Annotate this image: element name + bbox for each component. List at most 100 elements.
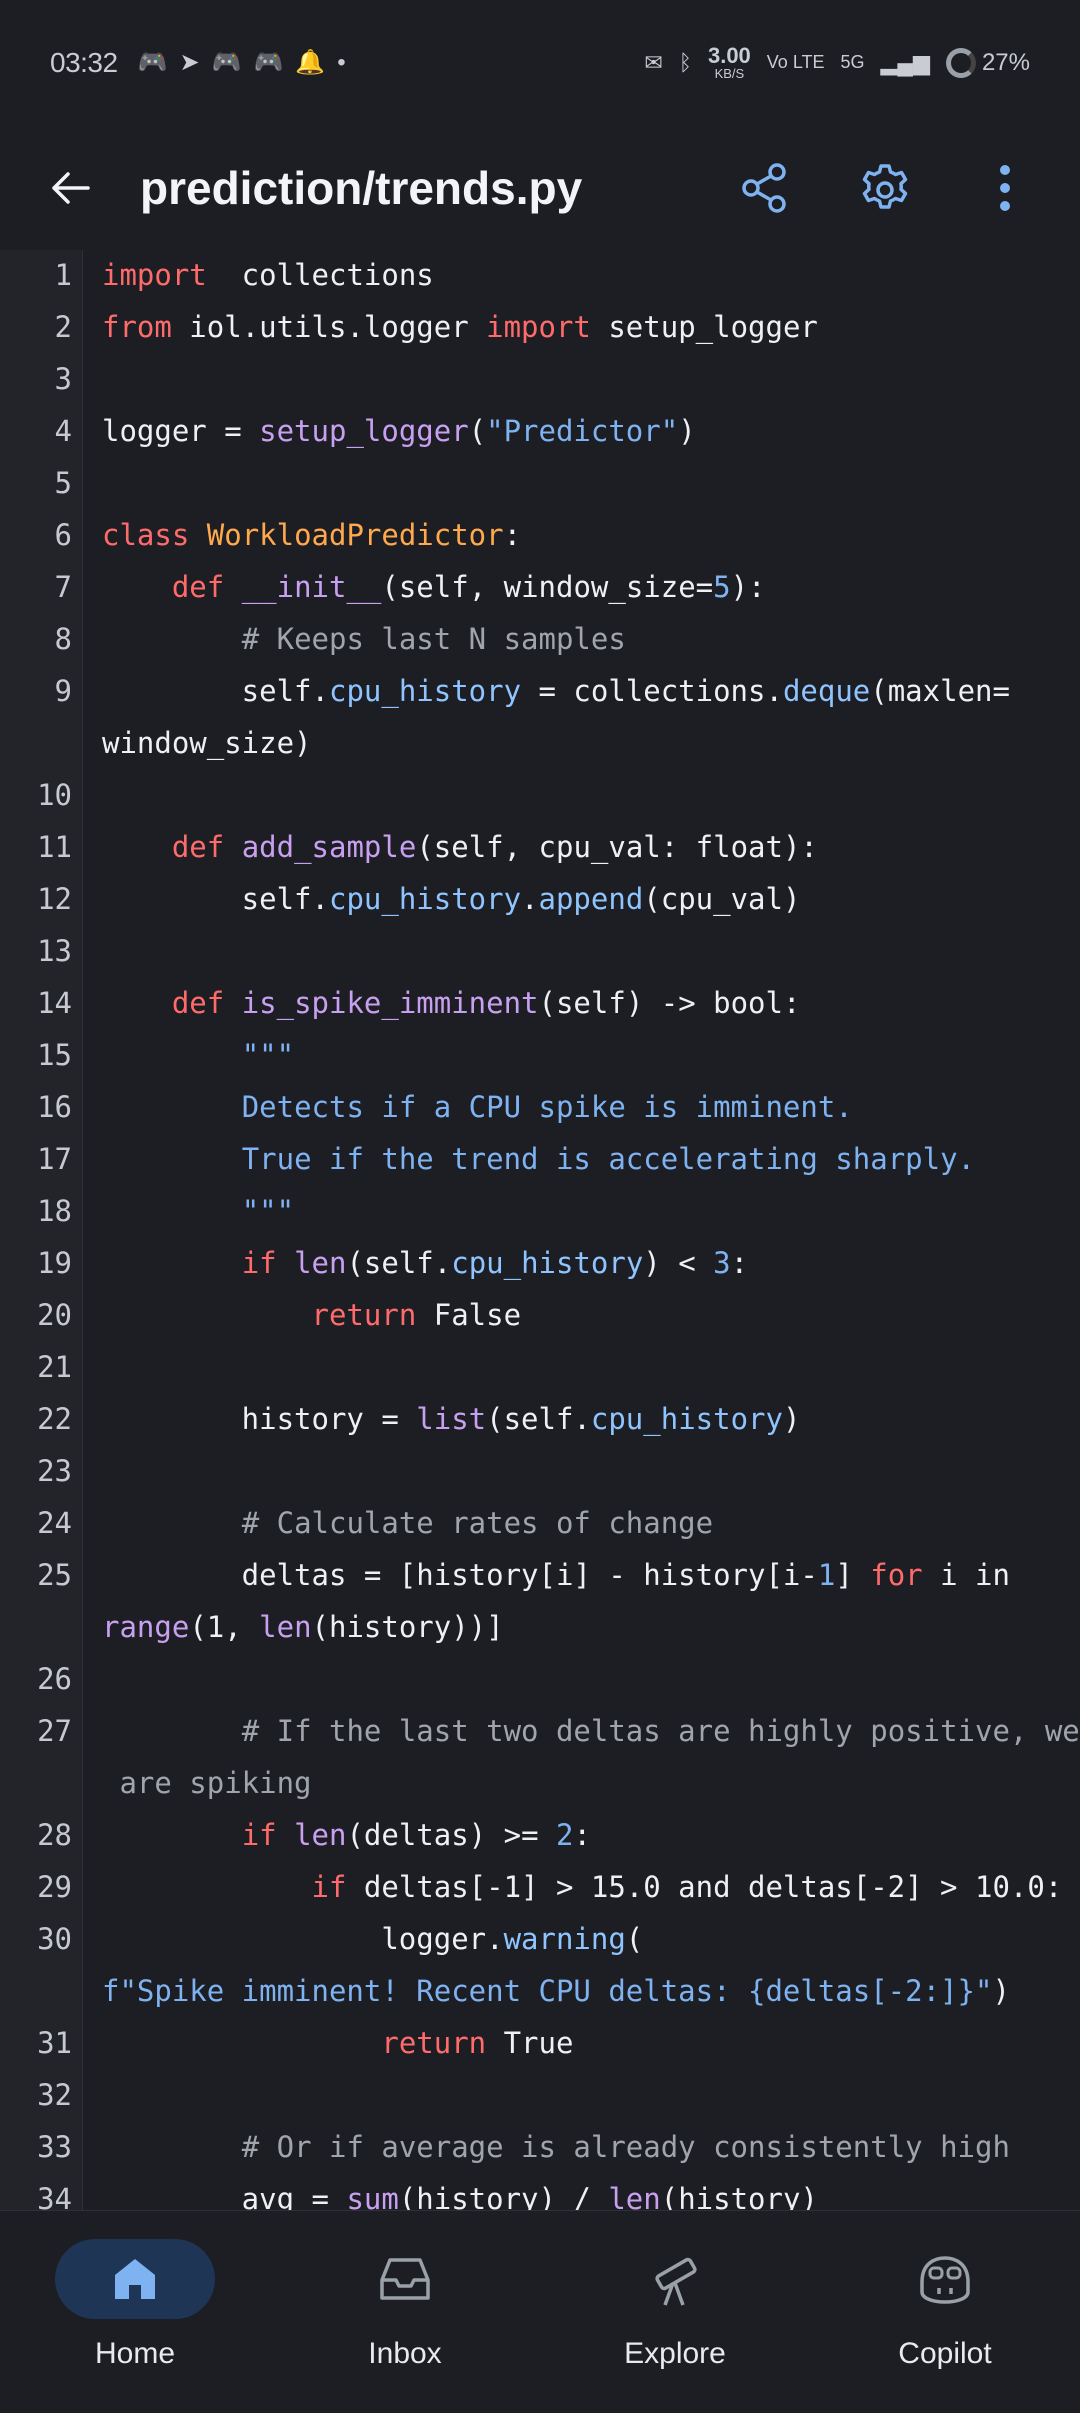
inbox-icon-wrap xyxy=(325,2239,485,2319)
code-text: history = list(self.cpu_history) xyxy=(102,1402,801,1436)
appbar-actions xyxy=(730,153,1040,223)
line-number: 22 xyxy=(37,1402,72,1436)
line-number: 21 xyxy=(37,1350,72,1384)
line-number: 19 xyxy=(37,1246,72,1280)
signal-indicator: 5G xyxy=(840,52,865,72)
back-button[interactable] xyxy=(40,158,100,218)
code-text: deltas = [history[i] - history[i-1] for … xyxy=(102,1558,1010,1592)
volte-indicator: Vo LTE xyxy=(766,52,825,72)
home-icon-pill xyxy=(55,2239,215,2319)
line-number: 13 xyxy=(37,934,72,968)
telegram-icon: ➤ xyxy=(179,49,200,76)
code-text: # Or if average is already consistently … xyxy=(241,2130,1010,2164)
code-text: True if the trend is accelerating sharpl… xyxy=(241,1142,975,1176)
bottom-navigation: Home Inbox Explore Copilot xyxy=(0,2210,1080,2413)
code-text: self.cpu_history.append(cpu_val) xyxy=(102,882,801,916)
more-options-button[interactable] xyxy=(970,153,1040,223)
line-number: 17 xyxy=(37,1142,72,1176)
bluetooth-icon: ᛒ xyxy=(678,49,692,75)
code-text: f"Spike imminent! Recent CPU deltas: {de… xyxy=(102,1974,1010,2008)
battery: 27% xyxy=(945,47,1030,78)
line-number: 5 xyxy=(54,466,72,500)
bell-icon: 🔔 xyxy=(295,49,326,76)
code-text: def is_spike_imminent(self) -> bool: xyxy=(171,986,801,1020)
line-number: 4 xyxy=(54,414,72,448)
discord-icon: 🎮 xyxy=(253,49,284,76)
line-number: 31 xyxy=(37,2026,72,2060)
line-number: 20 xyxy=(37,1298,72,1332)
telescope-icon xyxy=(655,2257,697,2306)
nav-inbox[interactable]: Inbox xyxy=(270,2211,540,2413)
code-text: range(1, len(history))] xyxy=(102,1610,504,1644)
line-number: 12 xyxy=(37,882,72,916)
inbox-icon xyxy=(380,2258,430,2300)
status-right: ✉ ᛒ 3.00 KB/S Vo LTE 5G ▂▄▆ 27% xyxy=(644,43,1030,81)
page-title: prediction/trends.py xyxy=(140,161,583,214)
line-number: 33 xyxy=(37,2130,72,2164)
line-number: 8 xyxy=(54,622,72,656)
nav-explore-label: Explore xyxy=(624,2337,726,2370)
code-text: return False xyxy=(311,1298,522,1332)
net-speed-value: 3.00 xyxy=(707,43,751,68)
code-text: if deltas[-1] > 15.0 and deltas[-2] > 10… xyxy=(311,1870,1063,1904)
line-number: 29 xyxy=(37,1870,72,1904)
settings-button[interactable] xyxy=(850,153,920,223)
line-number: 26 xyxy=(37,1662,72,1696)
code-text: logger = setup_logger("Predictor") xyxy=(102,414,696,448)
battery-icon xyxy=(945,47,976,78)
copilot-icon-wrap xyxy=(865,2239,1025,2319)
code-text: window_size) xyxy=(102,726,312,760)
line-number: 16 xyxy=(37,1090,72,1124)
code-text: avg = sum(history) / len(history) xyxy=(102,2182,818,2210)
line-number: 14 xyxy=(37,986,72,1020)
line-number: 2 xyxy=(54,310,72,344)
back-arrow-icon xyxy=(52,171,90,204)
code-text: return True xyxy=(381,2026,574,2060)
code-text: if len(self.cpu_history) < 3: xyxy=(241,1246,749,1280)
status-time: 03:32 xyxy=(50,46,118,78)
signal-icon: ▂▄▆ xyxy=(880,49,930,75)
share-icon xyxy=(742,162,786,213)
line-number: 15 xyxy=(37,1038,72,1072)
line-number: 24 xyxy=(37,1506,72,1540)
code-text: Detects if a CPU spike is imminent. xyxy=(241,1090,853,1124)
nav-explore[interactable]: Explore xyxy=(540,2211,810,2413)
network-speed: 3.00 KB/S xyxy=(707,43,751,81)
code-text: if len(deltas) >= 2: xyxy=(241,1818,591,1852)
copilot-icon xyxy=(920,2256,970,2304)
code-text: self.cpu_history = collections.deque(max… xyxy=(102,674,1010,708)
dot-icon: • xyxy=(337,48,346,76)
explore-icon-wrap xyxy=(595,2239,755,2319)
code-text: # If the last two deltas are highly posi… xyxy=(241,1714,1080,1748)
home-icon xyxy=(115,2259,155,2299)
message-icon: ✉ xyxy=(644,49,663,75)
code-editor[interactable]: 1 import collections 2 from iol.utils.logge… xyxy=(0,250,1080,2210)
nav-copilot[interactable]: Copilot xyxy=(810,2211,1080,2413)
more-vert-icon xyxy=(1000,164,1010,211)
code-text: # Calculate rates of change xyxy=(241,1506,714,1540)
line-number: 23 xyxy=(37,1454,72,1488)
share-button[interactable] xyxy=(730,153,800,223)
code-text: # Keeps last N samples xyxy=(241,622,626,656)
code-text: """ xyxy=(241,1194,295,1228)
gear-icon xyxy=(862,163,908,209)
discord-icon: 🎮 xyxy=(211,49,242,76)
app-bar: prediction/trends.py xyxy=(0,125,1080,250)
status-bar: 03:32 🎮 ➤ 🎮 🎮 🔔 • ✉ ᛒ 3.00 KB/S Vo LTE 5… xyxy=(0,0,1080,125)
notification-icons: 🎮 ➤ 🎮 🎮 🔔 • xyxy=(138,48,346,77)
code-text: are spiking xyxy=(102,1766,312,1800)
discord-icon: 🎮 xyxy=(137,49,168,76)
line-number: 27 xyxy=(37,1714,72,1748)
line-number: 1 xyxy=(54,258,72,292)
line-number: 3 xyxy=(54,362,72,396)
nav-copilot-label: Copilot xyxy=(898,2337,992,2370)
battery-level: 27% xyxy=(981,48,1030,76)
line-number: 11 xyxy=(37,830,72,864)
line-number: 25 xyxy=(37,1558,72,1592)
line-number: 34 xyxy=(37,2182,72,2210)
line-number: 7 xyxy=(54,570,72,604)
line-number: 18 xyxy=(37,1194,72,1228)
nav-home-label: Home xyxy=(94,2337,176,2370)
code-text: logger.warning( xyxy=(102,1922,644,1956)
nav-home[interactable]: Home xyxy=(0,2211,270,2413)
